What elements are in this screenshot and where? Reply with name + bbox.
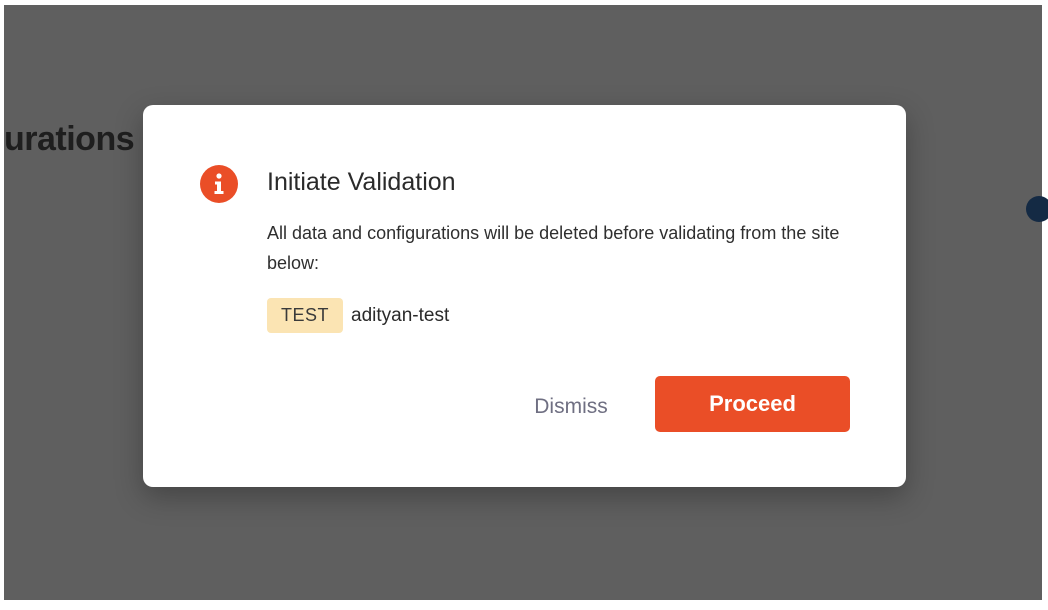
proceed-button[interactable]: Proceed [655,376,850,432]
info-icon [200,165,238,203]
dialog-message: All data and configurations will be dele… [267,223,840,273]
dismiss-button[interactable]: Dismiss [511,387,631,427]
dialog-title: Initiate Validation [267,168,456,196]
site-name: adityan-test [351,304,450,326]
background-help-icon [1026,196,1048,222]
environment-badge: TEST [267,298,344,333]
background-page-title: urations [4,120,135,158]
validation-dialog: Initiate Validation All data and configu… [143,105,906,487]
site-info: TEST adityan-test [267,298,449,333]
